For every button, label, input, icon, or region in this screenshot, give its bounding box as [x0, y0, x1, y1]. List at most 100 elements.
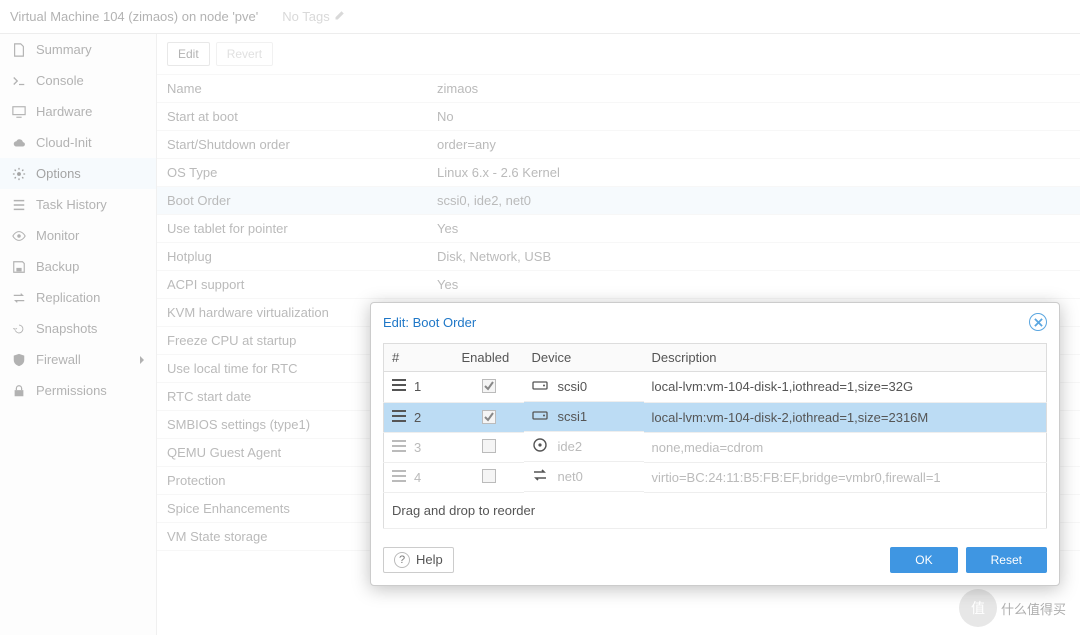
options-row[interactable]: ACPI supportYes [157, 271, 1080, 299]
eye-icon [10, 229, 28, 243]
save-icon [10, 260, 28, 274]
option-key: Start at boot [157, 103, 427, 131]
drag-handle[interactable]: 4 [384, 462, 454, 492]
options-row[interactable]: Start/Shutdown orderorder=any [157, 131, 1080, 159]
watermark-text: 什么值得买 [1001, 599, 1066, 618]
enabled-cell[interactable] [454, 432, 524, 462]
dialog-title: Edit: Boot Order [383, 315, 476, 330]
col-device[interactable]: Device [524, 344, 644, 372]
ok-button[interactable]: OK [890, 547, 957, 573]
sidebar-item-hardware[interactable]: Hardware [0, 96, 156, 127]
cd-icon [532, 437, 548, 456]
edit-button[interactable]: Edit [167, 42, 210, 66]
col-order[interactable]: # [384, 344, 454, 372]
option-value: order=any [427, 131, 1080, 159]
enabled-cell[interactable] [454, 402, 524, 432]
option-value: zimaos [427, 75, 1080, 103]
option-key: Start/Shutdown order [157, 131, 427, 159]
options-row[interactable]: Namezimaos [157, 75, 1080, 103]
boot-order-row[interactable]: 4 net0virtio=BC:24:11:B5:FB:EF,bridge=vmb… [384, 462, 1047, 492]
options-row[interactable]: Use tablet for pointerYes [157, 215, 1080, 243]
options-row[interactable]: Start at bootNo [157, 103, 1080, 131]
no-tags-label: No Tags [282, 0, 329, 34]
sidebar-item-snapshots[interactable]: Snapshots [0, 313, 156, 344]
device-name: scsi1 [558, 409, 588, 424]
tags-button[interactable]: No Tags [282, 0, 345, 34]
device-description: local-lvm:vm-104-disk-1,iothread=1,size=… [644, 372, 1047, 403]
sidebar-item-console[interactable]: Console [0, 65, 156, 96]
enabled-checkbox[interactable] [482, 469, 496, 483]
device-cell: scsi1 [524, 402, 644, 432]
device-cell: net0 [524, 462, 644, 492]
order-number: 3 [414, 440, 421, 455]
history-icon [10, 322, 28, 336]
sidebar-item-task-history[interactable]: Task History [0, 189, 156, 220]
option-value: scsi0, ide2, net0 [427, 187, 1080, 215]
file-icon [10, 43, 28, 57]
watermark: 值 什么值得买 [959, 589, 1066, 627]
revert-button[interactable]: Revert [216, 42, 273, 66]
close-button[interactable] [1029, 313, 1047, 331]
boot-order-row[interactable]: 1scsi0local-lvm:vm-104-disk-1,iothread=1… [384, 372, 1047, 403]
option-value: Disk, Network, USB [427, 243, 1080, 271]
help-icon: ? [394, 552, 410, 568]
sidebar-item-options[interactable]: Options [0, 158, 156, 189]
hdd-icon [532, 377, 548, 396]
sidebar-item-backup[interactable]: Backup [0, 251, 156, 282]
sidebar-item-firewall[interactable]: Firewall [0, 344, 156, 375]
sidebar-item-replication[interactable]: Replication [0, 282, 156, 313]
boot-order-dialog: Edit: Boot Order # Enabled Device Descri… [370, 302, 1060, 586]
boot-order-row[interactable]: 2 scsi1 local-lvm:vm-104-disk-2,iothread=1… [384, 402, 1047, 432]
pencil-icon [334, 0, 346, 34]
drag-handle[interactable]: 1 [384, 372, 454, 403]
option-key: Boot Order [157, 187, 427, 215]
enabled-checkbox[interactable] [482, 410, 496, 424]
device-description: local-lvm:vm-104-disk-2,iothread=1,size=… [644, 402, 1047, 432]
terminal-icon [10, 74, 28, 88]
sidebar-item-cloud-init[interactable]: Cloud-Init [0, 127, 156, 158]
options-row[interactable]: OS TypeLinux 6.x - 2.6 Kernel [157, 159, 1080, 187]
option-key: Use tablet for pointer [157, 215, 427, 243]
shield-icon [10, 353, 28, 367]
order-number: 1 [414, 379, 421, 394]
option-value: Linux 6.x - 2.6 Kernel [427, 159, 1080, 187]
option-key: Name [157, 75, 427, 103]
list-icon [10, 198, 28, 212]
net-icon [532, 467, 548, 486]
device-name: ide2 [558, 439, 583, 454]
sidebar-item-label: Firewall [36, 352, 81, 367]
toolbar: Edit Revert [157, 34, 1080, 75]
enabled-checkbox[interactable] [482, 439, 496, 453]
desktop-icon [10, 105, 28, 119]
drag-handle[interactable]: 3 [384, 432, 454, 462]
option-value: Yes [427, 271, 1080, 299]
page-title: Virtual Machine 104 (zimaos) on node 'pv… [10, 0, 258, 34]
reset-button[interactable]: Reset [966, 547, 1047, 573]
enabled-cell[interactable] [454, 372, 524, 403]
enabled-cell[interactable] [454, 462, 524, 492]
sidebar-item-summary[interactable]: Summary [0, 34, 156, 65]
device-description: virtio=BC:24:11:B5:FB:EF,bridge=vmbr0,fi… [644, 462, 1047, 492]
sidebar-item-label: Options [36, 166, 81, 181]
sidebar-item-label: Cloud-Init [36, 135, 92, 150]
sidebar-item-label: Hardware [36, 104, 92, 119]
enabled-checkbox[interactable] [482, 379, 496, 393]
dialog-header[interactable]: Edit: Boot Order [371, 303, 1059, 337]
option-key: ACPI support [157, 271, 427, 299]
sidebar: SummaryConsole Hardware Cloud-Init Options T… [0, 34, 157, 635]
col-desc[interactable]: Description [644, 344, 1047, 372]
col-enabled[interactable]: Enabled [454, 344, 524, 372]
sidebar-item-monitor[interactable]: Monitor [0, 220, 156, 251]
sidebar-item-label: Replication [36, 290, 100, 305]
sidebar-item-permissions[interactable]: Permissions [0, 375, 156, 406]
option-key: Hotplug [157, 243, 427, 271]
boot-order-row[interactable]: 3 ide2 none,media=cdrom [384, 432, 1047, 462]
options-row[interactable]: HotplugDisk, Network, USB [157, 243, 1080, 271]
order-number: 2 [414, 410, 421, 425]
options-row[interactable]: Boot Orderscsi0, ide2, net0 [157, 187, 1080, 215]
help-button[interactable]: ? Help [383, 547, 454, 573]
close-icon [1034, 318, 1043, 327]
drag-handle[interactable]: 2 [384, 402, 454, 432]
hdd-icon [532, 407, 548, 426]
device-description: none,media=cdrom [644, 432, 1047, 462]
